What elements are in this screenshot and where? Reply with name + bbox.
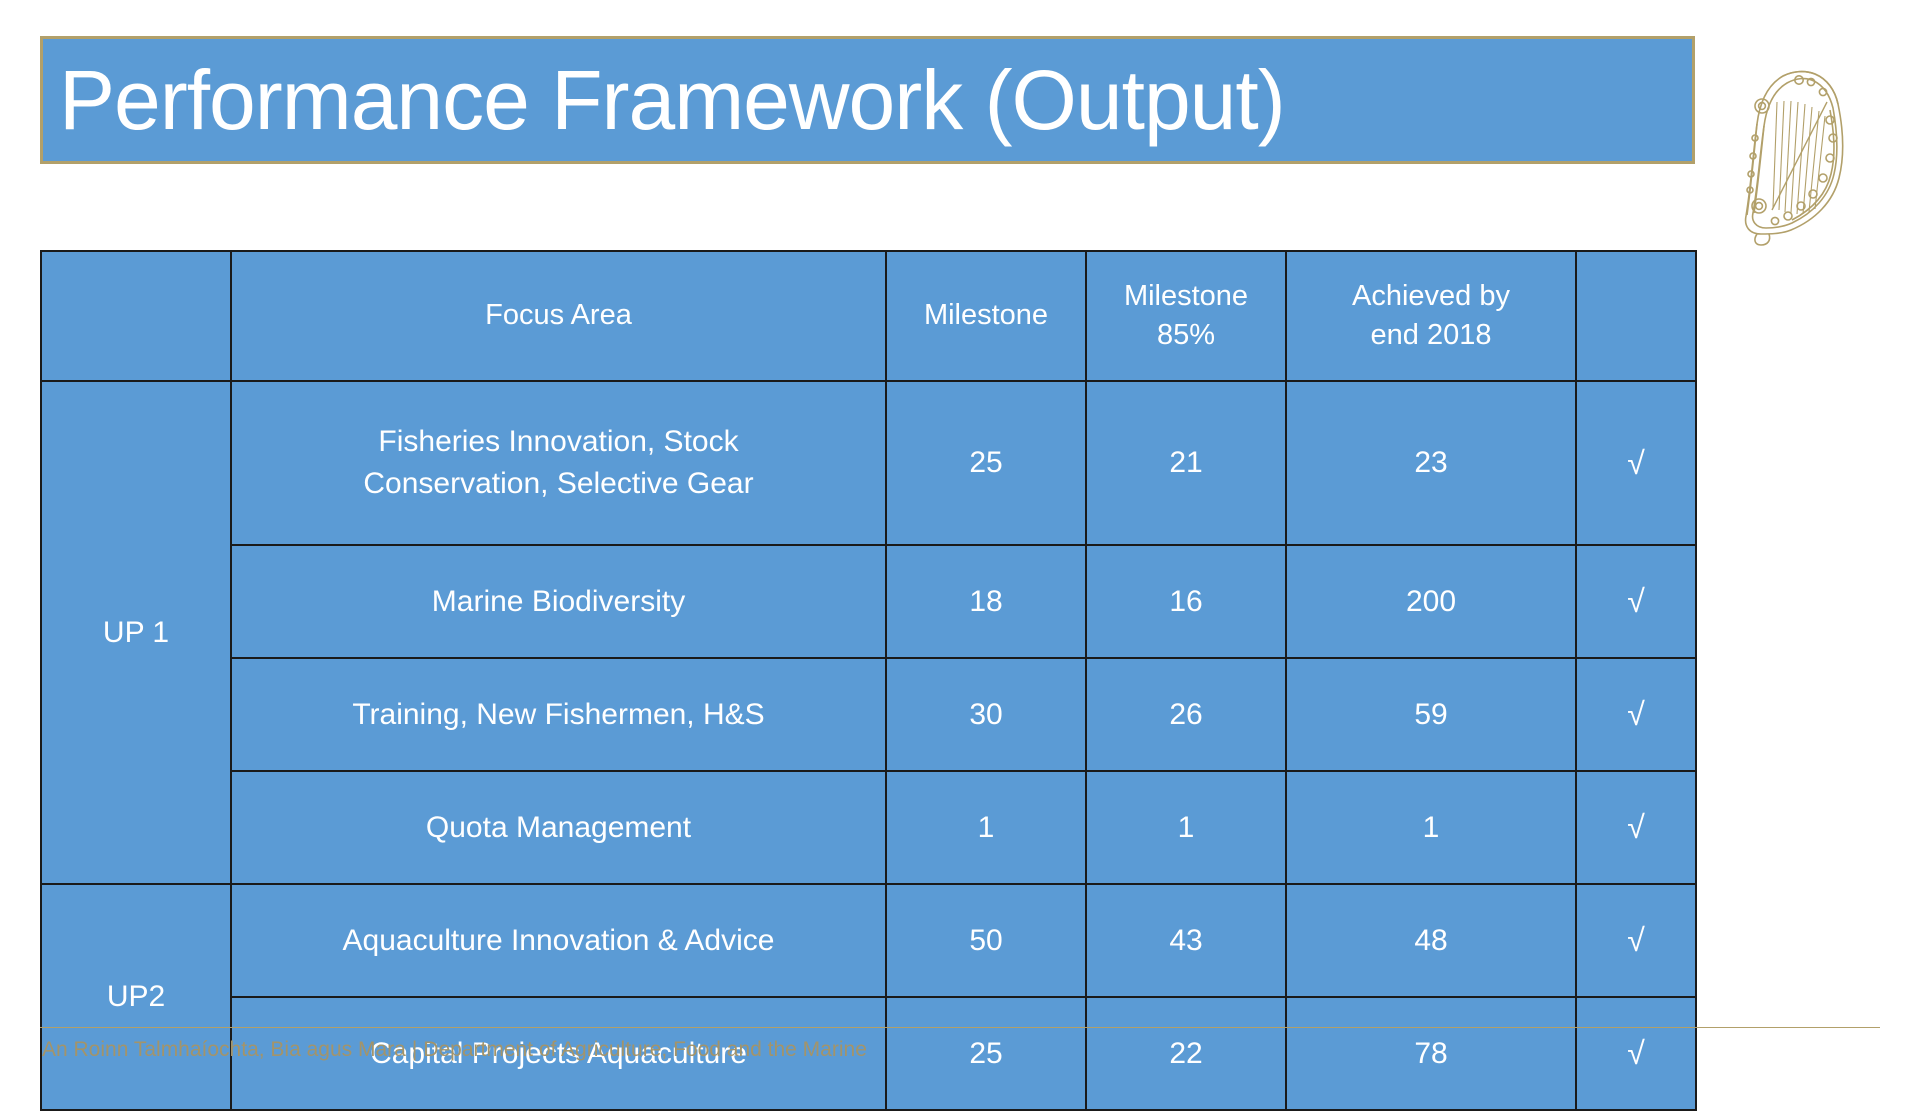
status-check-icon: √ (1575, 883, 1697, 998)
milestone-85-cell: 43 (1085, 883, 1287, 998)
achieved-cell: 200 (1285, 544, 1577, 659)
page-title: Performance Framework (Output) (59, 53, 1286, 147)
achieved-cell: 23 (1285, 380, 1577, 546)
focus-area-cell: Aquaculture Innovation & Advice (230, 883, 887, 998)
focus-area-cell: Training, New Fishermen, H&S (230, 657, 887, 772)
footer-department-label: An Roinn Talmhaíochta, Bia agus Mara | Dep… (42, 1038, 867, 1062)
table-header: Focus Area Milestone Milestone 85% Achie… (40, 250, 1697, 382)
column-header-unit (40, 250, 232, 382)
status-check-icon: √ (1575, 544, 1697, 659)
performance-framework-table: Focus Area Milestone Milestone 85% Achie… (40, 250, 1697, 1111)
milestone-85-cell: 1 (1085, 770, 1287, 885)
title-banner: Performance Framework (Output) (40, 36, 1695, 164)
table-row: Marine Biodiversity 18 16 200 √ (41, 544, 1697, 659)
status-check-icon: √ (1575, 380, 1697, 546)
milestone-cell: 1 (885, 770, 1087, 885)
achieved-cell: 59 (1285, 657, 1577, 772)
footer-english-label: Department of Agriculture, Food and the … (423, 1038, 867, 1061)
column-header-milestone-85-line1: Milestone (1123, 279, 1249, 312)
milestone-cell: 25 (885, 996, 1087, 1111)
focus-area-cell: Marine Biodiversity (230, 544, 887, 659)
achieved-cell: 1 (1285, 770, 1577, 885)
table-row: UP2 Aquaculture Innovation & Advice 50 4… (40, 883, 1697, 1111)
table-header-row: Focus Area Milestone Milestone 85% Achie… (40, 250, 1697, 382)
milestone-cell: 25 (885, 380, 1087, 546)
milestone-85-cell: 22 (1085, 996, 1287, 1111)
achieved-cell: 48 (1285, 883, 1577, 998)
column-header-milestone-85-line2: 85% (1156, 319, 1216, 351)
table-row: Training, New Fishermen, H&S 30 26 59 √ (41, 657, 1697, 772)
focus-area-line2: Conservation, Selective Gear (363, 467, 754, 500)
group-label-up2: UP2 (40, 883, 232, 1111)
footer-divider (40, 1027, 1880, 1028)
status-check-icon: √ (1575, 657, 1697, 772)
column-header-focus-area: Focus Area (230, 250, 887, 382)
footer-separator: | (411, 1038, 418, 1061)
table-row: Quota Management 1 1 1 √ (41, 770, 1697, 885)
column-header-milestone-85: Milestone 85% (1085, 250, 1287, 382)
column-header-status (1575, 250, 1697, 382)
milestone-cell: 18 (885, 544, 1087, 659)
focus-area-cell: Fisheries Innovation, Stock Conservation… (230, 380, 887, 546)
table-row: UP 1 Fisheries Innovation, Stock Conserv… (40, 380, 1697, 885)
footer-irish-label: An Roinn Talmhaíochta, Bia agus Mara (42, 1038, 406, 1061)
milestone-85-cell: 21 (1085, 380, 1287, 546)
column-header-achieved-end-2018: Achieved by end 2018 (1285, 250, 1577, 382)
status-check-icon: √ (1575, 770, 1697, 885)
achieved-cell: 78 (1285, 996, 1577, 1111)
milestone-cell: 50 (885, 883, 1087, 998)
column-header-achieved-line2: end 2018 (1370, 319, 1492, 351)
focus-area-cell: Quota Management (230, 770, 887, 885)
group-label-up1: UP 1 (40, 380, 232, 885)
table-body: UP 1 Fisheries Innovation, Stock Conserv… (40, 380, 1697, 1111)
status-check-icon: √ (1575, 996, 1697, 1111)
irish-harp-emblem-icon (1735, 58, 1865, 248)
column-header-milestone: Milestone (885, 250, 1087, 382)
focus-area-line1: Fisheries Innovation, Stock (378, 425, 739, 458)
milestone-cell: 30 (885, 657, 1087, 772)
column-header-achieved-line1: Achieved by (1352, 279, 1510, 312)
milestone-85-cell: 26 (1085, 657, 1287, 772)
milestone-85-cell: 16 (1085, 544, 1287, 659)
